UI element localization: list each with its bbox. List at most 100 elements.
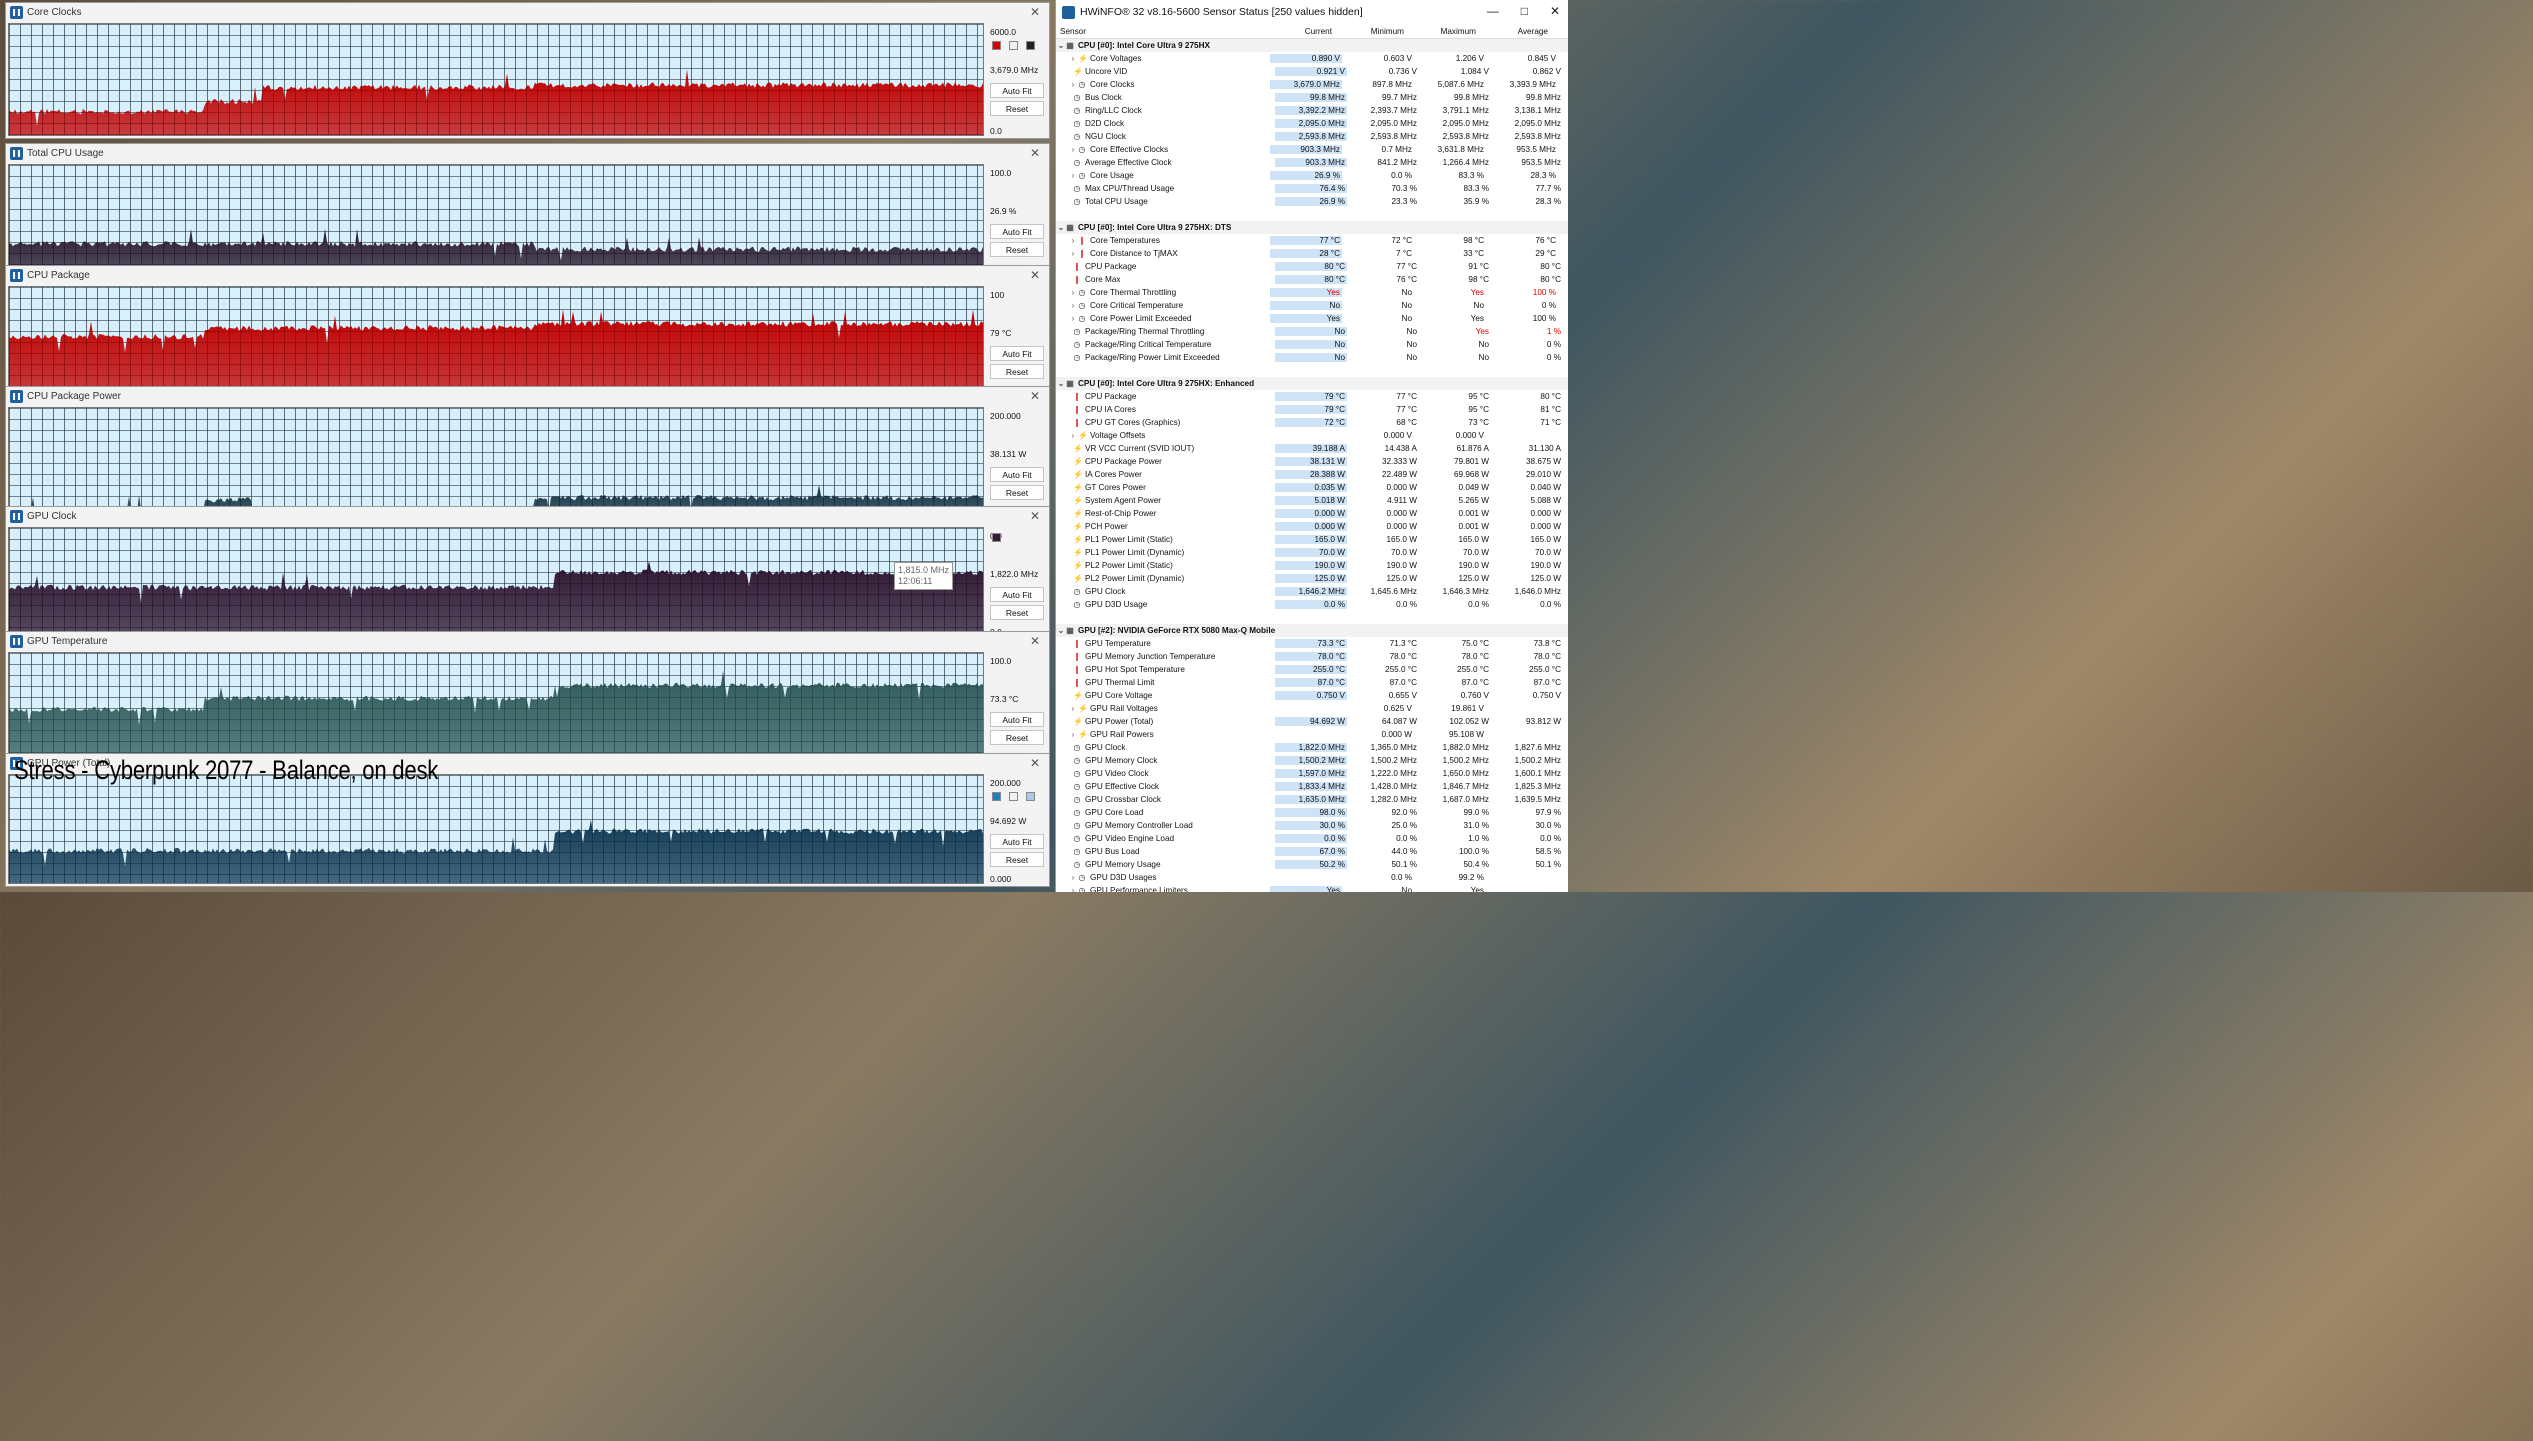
graph-color-swatch[interactable]	[992, 41, 1001, 50]
sensor-row[interactable]: › ⚡ Core Voltages 0.890 V 0.603 V 1.206 V 0.84…	[1056, 52, 1568, 65]
sensor-row[interactable]: › ❙ Core Distance to TjMAX 28 °C 7 °C 33 °C 29…	[1056, 247, 1568, 260]
auto-fit-button[interactable]: Auto Fit	[990, 83, 1044, 98]
expand-chevron-icon[interactable]: ›	[1068, 886, 1078, 892]
auto-fit-button[interactable]: Auto Fit	[990, 467, 1044, 482]
minimize-icon[interactable]: —	[1487, 4, 1499, 18]
collapse-chevron-icon[interactable]: ⌄	[1056, 223, 1066, 232]
maximize-icon[interactable]: □	[1521, 4, 1528, 18]
sensor-row[interactable]: › ◷ Core Critical Temperature No No No 0 %	[1056, 299, 1568, 312]
sensor-group-header[interactable]: ⌄ ▦ GPU [#2]: NVIDIA GeForce RTX 5080 Max-…	[1056, 624, 1568, 637]
expand-chevron-icon[interactable]: ›	[1068, 145, 1078, 154]
sensor-row[interactable]: ◷ GPU Core Load 98.0 % 92.0 % 99.0 % 97.9 %	[1056, 806, 1568, 819]
sensor-row[interactable]: › ◷ GPU D3D Usages 0.0 % 99.2 %	[1056, 871, 1568, 884]
graph-titlebar[interactable]: Core Clocks ✕	[6, 3, 1049, 22]
sensor-row[interactable]: ⚡ CPU Package Power 38.131 W 32.333 W 79.801…	[1056, 455, 1568, 468]
sensor-row[interactable]: ◷ GPU Crossbar Clock 1,635.0 MHz 1,282.0 MH…	[1056, 793, 1568, 806]
graph-titlebar[interactable]: CPU Package ✕	[6, 266, 1049, 285]
sensor-row[interactable]: › ◷ Core Effective Clocks 903.3 MHz 0.7 MHz 3…	[1056, 143, 1568, 156]
sensor-row[interactable]: ❙ CPU Package 79 °C 77 °C 95 °C 80 °C	[1056, 390, 1568, 403]
sensor-row[interactable]: ⚡ GPU Power (Total) 94.692 W 64.087 W 102.05…	[1056, 715, 1568, 728]
sensor-row[interactable]: ◷ Ring/LLC Clock 3,392.2 MHz 2,393.7 MHz 3,7…	[1056, 104, 1568, 117]
sensor-row[interactable]: ❙ GPU Hot Spot Temperature 255.0 °C 255.0 °…	[1056, 663, 1568, 676]
collapse-chevron-icon[interactable]: ⌄	[1056, 41, 1066, 50]
graph-color-swatch[interactable]	[992, 792, 1001, 801]
expand-chevron-icon[interactable]: ›	[1068, 171, 1078, 180]
reset-button[interactable]: Reset	[990, 605, 1044, 620]
auto-fit-button[interactable]: Auto Fit	[990, 834, 1044, 849]
sensor-row[interactable]: ⚡ IA Cores Power 28.388 W 22.489 W 69.968 W 2…	[1056, 468, 1568, 481]
expand-chevron-icon[interactable]: ›	[1068, 236, 1078, 245]
sensor-row[interactable]: ◷ Package/Ring Power Limit Exceeded No No No…	[1056, 351, 1568, 364]
sensor-row[interactable]: ◷ GPU Clock 1,822.0 MHz 1,365.0 MHz 1,882.0 …	[1056, 741, 1568, 754]
sensor-row[interactable]: ⚡ PCH Power 0.000 W 0.000 W 0.001 W 0.000 W	[1056, 520, 1568, 533]
sensor-row[interactable]: › ⚡ Voltage Offsets 0.000 V 0.000 V	[1056, 429, 1568, 442]
sensor-row[interactable]: ❙ CPU Package 80 °C 77 °C 91 °C 80 °C	[1056, 260, 1568, 273]
expand-chevron-icon[interactable]: ›	[1068, 301, 1078, 310]
auto-fit-button[interactable]: Auto Fit	[990, 712, 1044, 727]
graph-titlebar[interactable]: CPU Package Power ✕	[6, 387, 1049, 406]
close-icon[interactable]: ✕	[1030, 5, 1040, 19]
sensor-row[interactable]: ⚡ PL2 Power Limit (Static) 190.0 W 190.0 W 1…	[1056, 559, 1568, 572]
sensor-row[interactable]: ◷ Package/Ring Critical Temperature No No No…	[1056, 338, 1568, 351]
sensor-row[interactable]: ❙ GPU Memory Junction Temperature 78.0 °C 7…	[1056, 650, 1568, 663]
sensor-row[interactable]: ◷ GPU Video Engine Load 0.0 % 0.0 % 1.0 % 0.0…	[1056, 832, 1568, 845]
sensor-row[interactable]: ◷ GPU Memory Clock 1,500.2 MHz 1,500.2 MHz 1…	[1056, 754, 1568, 767]
expand-chevron-icon[interactable]: ›	[1068, 80, 1078, 89]
sensor-row[interactable]: ◷ GPU Memory Usage 50.2 % 50.1 % 50.4 % 50.1 …	[1056, 858, 1568, 871]
sensor-row[interactable]: › ❙ Core Temperatures 77 °C 72 °C 98 °C 76 °C	[1056, 234, 1568, 247]
sensor-row[interactable]: › ◷ GPU Performance Limiters Yes No Yes	[1056, 884, 1568, 892]
graph-color-swatch[interactable]	[992, 533, 1001, 542]
graph-color-swatch[interactable]	[1026, 41, 1035, 50]
sensor-row[interactable]: ❙ CPU GT Cores (Graphics) 72 °C 68 °C 73 °C 7…	[1056, 416, 1568, 429]
sensor-row[interactable]: ◷ Average Effective Clock 903.3 MHz 841.2 M…	[1056, 156, 1568, 169]
auto-fit-button[interactable]: Auto Fit	[990, 224, 1044, 239]
col-maximum[interactable]: Maximum	[1406, 27, 1478, 36]
expand-chevron-icon[interactable]: ›	[1068, 730, 1078, 739]
close-icon[interactable]: ✕	[1030, 634, 1040, 648]
sensor-row[interactable]: ❙ GPU Temperature 73.3 °C 71.3 °C 75.0 °C 73.…	[1056, 637, 1568, 650]
sensor-group-header[interactable]: ⌄ ▦ CPU [#0]: Intel Core Ultra 9 275HX: DT…	[1056, 221, 1568, 234]
collapse-chevron-icon[interactable]: ⌄	[1056, 626, 1066, 635]
sensor-row[interactable]: › ◷ Core Usage 26.9 % 0.0 % 83.3 % 28.3 %	[1056, 169, 1568, 182]
sensor-row[interactable]: › ◷ Core Thermal Throttling Yes No Yes 100 %	[1056, 286, 1568, 299]
sensor-row[interactable]: ⚡ System Agent Power 5.018 W 4.911 W 5.265 W…	[1056, 494, 1568, 507]
expand-chevron-icon[interactable]: ›	[1068, 314, 1078, 323]
close-icon[interactable]: ✕	[1030, 756, 1040, 770]
sensor-row[interactable]: ◷ GPU Memory Controller Load 30.0 % 25.0 % 3…	[1056, 819, 1568, 832]
sensor-row[interactable]: ⚡ PL1 Power Limit (Dynamic) 70.0 W 70.0 W 70…	[1056, 546, 1568, 559]
expand-chevron-icon[interactable]: ›	[1068, 249, 1078, 258]
sensor-row[interactable]: ⚡ GPU Core Voltage 0.750 V 0.655 V 0.760 V 0.…	[1056, 689, 1568, 702]
expand-chevron-icon[interactable]: ›	[1068, 873, 1078, 882]
hwinfo-titlebar[interactable]: HWiNFO® 32 v8.16-5600 Sensor Status [250…	[1056, 0, 1568, 24]
col-sensor[interactable]: Sensor	[1056, 27, 1262, 36]
auto-fit-button[interactable]: Auto Fit	[990, 587, 1044, 602]
reset-button[interactable]: Reset	[990, 730, 1044, 745]
sensor-row[interactable]: ◷ GPU Bus Load 67.0 % 44.0 % 100.0 % 58.5 %	[1056, 845, 1568, 858]
sensor-row[interactable]: ◷ Bus Clock 99.8 MHz 99.7 MHz 99.8 MHz 99.8 M…	[1056, 91, 1568, 104]
sensor-row[interactable]: ◷ D2D Clock 2,095.0 MHz 2,095.0 MHz 2,095.0 …	[1056, 117, 1568, 130]
sensor-row[interactable]: ❙ CPU IA Cores 79 °C 77 °C 95 °C 81 °C	[1056, 403, 1568, 416]
sensor-row[interactable]: › ⚡ GPU Rail Voltages 0.625 V 19.861 V	[1056, 702, 1568, 715]
expand-chevron-icon[interactable]: ›	[1068, 54, 1078, 63]
sensor-row[interactable]: › ◷ Core Power Limit Exceeded Yes No Yes 100 %	[1056, 312, 1568, 325]
expand-chevron-icon[interactable]: ›	[1068, 431, 1078, 440]
graph-titlebar[interactable]: Total CPU Usage ✕	[6, 144, 1049, 163]
sensor-row[interactable]: ⚡ VR VCC Current (SVID IOUT) 39.188 A 14.43…	[1056, 442, 1568, 455]
graph-color-swatch[interactable]	[1026, 792, 1035, 801]
sensor-row[interactable]: ◷ NGU Clock 2,593.8 MHz 2,593.8 MHz 2,593.8 …	[1056, 130, 1568, 143]
close-icon[interactable]: ✕	[1030, 146, 1040, 160]
graph-color-swatch[interactable]	[1009, 41, 1018, 50]
col-average[interactable]: Average	[1478, 27, 1550, 36]
reset-button[interactable]: Reset	[990, 101, 1044, 116]
sensor-row[interactable]: ⚡ PL2 Power Limit (Dynamic) 125.0 W 125.0 W…	[1056, 572, 1568, 585]
sensor-row[interactable]: ◷ GPU Clock 1,646.2 MHz 1,645.6 MHz 1,646.3 …	[1056, 585, 1568, 598]
sensor-row[interactable]: ⚡ Uncore VID 0.921 V 0.736 V 1.084 V 0.862 V	[1056, 65, 1568, 78]
sensor-row[interactable]: › ◷ Core Clocks 3,679.0 MHz 897.8 MHz 5,087.6…	[1056, 78, 1568, 91]
col-minimum[interactable]: Minimum	[1334, 27, 1406, 36]
sensor-group-header[interactable]: ⌄ ▦ CPU [#0]: Intel Core Ultra 9 275HX	[1056, 39, 1568, 52]
graph-color-swatch[interactable]	[1009, 792, 1018, 801]
expand-chevron-icon[interactable]: ›	[1068, 288, 1078, 297]
sensor-row[interactable]: ⚡ GT Cores Power 0.035 W 0.000 W 0.049 W 0.04…	[1056, 481, 1568, 494]
sensor-row[interactable]: ⚡ PL1 Power Limit (Static) 165.0 W 165.0 W 1…	[1056, 533, 1568, 546]
sensor-row[interactable]: ⚡ Rest-of-Chip Power 0.000 W 0.000 W 0.001 W…	[1056, 507, 1568, 520]
